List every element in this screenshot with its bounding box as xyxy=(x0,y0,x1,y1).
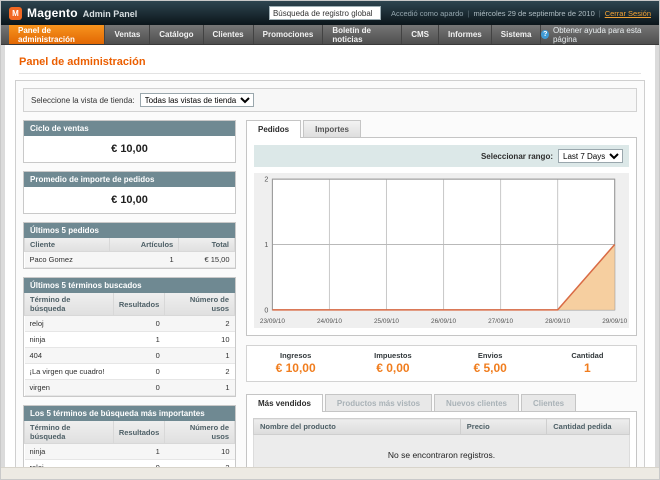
chart-panel: Seleccionar rango: Last 7 Days 0 1 2 23/09/… xyxy=(246,137,637,336)
brand-name: Magento xyxy=(27,6,78,20)
range-bar: Seleccionar rango: Last 7 Days xyxy=(254,145,629,167)
nav-item-reports[interactable]: Informes xyxy=(439,25,492,44)
dashboard-container: Seleccione la vista de tienda: Todas las… xyxy=(15,80,645,480)
col-header: Número de usos xyxy=(165,293,235,316)
store-view-row: Seleccione la vista de tienda: Todas las… xyxy=(23,88,637,112)
table-row[interactable]: ¡La virgen que cuadro! 0 2 xyxy=(25,364,235,380)
chart-tabs: Pedidos Importes xyxy=(246,120,637,137)
lifetime-sales-title: Ciclo de ventas xyxy=(24,121,235,136)
store-view-label: Seleccione la vista de tienda: xyxy=(31,96,135,105)
last-orders-table: Cliente Artículos Total Paco Gomez 1 € 1… xyxy=(24,238,235,268)
global-search-input[interactable] xyxy=(269,6,381,20)
last-search-terms-title: Últimos 5 términos buscados xyxy=(24,278,235,293)
col-header: Cliente xyxy=(25,238,110,252)
separator: | xyxy=(467,9,469,18)
brand-suffix: Admin Panel xyxy=(83,9,138,19)
svg-text:23/09/10: 23/09/10 xyxy=(260,318,285,325)
range-select[interactable]: Last 7 Days xyxy=(558,149,623,163)
top-header: M Magento Admin Panel Accedió como apard… xyxy=(1,1,659,25)
svg-text:0: 0 xyxy=(264,306,268,314)
tab-amounts[interactable]: Importes xyxy=(303,120,361,137)
table-row[interactable]: Paco Gomez 1 € 15,00 xyxy=(25,252,235,268)
store-view-select[interactable]: Todas las vistas de tienda xyxy=(140,93,254,107)
orders-chart: 0 1 2 23/09/10 24/09/10 25/09/10 26/09/10 27/09… xyxy=(254,173,629,328)
table-row[interactable]: virgen 0 1 xyxy=(25,380,235,396)
average-orders-value: € 10,00 xyxy=(24,187,235,213)
tab-new-customers[interactable]: Nuevos clientes xyxy=(434,394,519,411)
svg-text:25/09/10: 25/09/10 xyxy=(374,318,399,325)
col-header: Resultados xyxy=(113,293,164,316)
range-label: Seleccionar rango: xyxy=(481,152,553,161)
help-icon: ? xyxy=(541,30,549,39)
col-header: Artículos xyxy=(109,238,178,252)
window-bottom-strip xyxy=(1,467,659,479)
page-body: Panel de administración Seleccione la vi… xyxy=(1,45,659,480)
col-header: Término de búsqueda xyxy=(25,293,114,316)
lifetime-sales-value: € 10,00 xyxy=(24,136,235,162)
magento-logo-icon: M xyxy=(9,7,22,20)
nav-item-newsletter[interactable]: Boletín de noticias xyxy=(323,25,402,44)
svg-text:1: 1 xyxy=(264,241,268,249)
stat-tax: Impuestos € 0,00 xyxy=(344,351,441,375)
nav-item-customers[interactable]: Clientes xyxy=(204,25,254,44)
stat-shipping: Envios € 5,00 xyxy=(442,351,539,375)
svg-text:26/09/10: 26/09/10 xyxy=(431,318,456,325)
average-orders-box: Promedio de importe de pedidos € 10,00 xyxy=(23,171,236,214)
col-header: Número de usos xyxy=(165,421,235,444)
right-column: Pedidos Importes Seleccionar rango: Last… xyxy=(246,120,637,480)
magento-admin-window: M Magento Admin Panel Accedió como apard… xyxy=(0,0,660,480)
svg-text:2: 2 xyxy=(264,176,268,184)
last-orders-box: Últimos 5 pedidos Cliente Artículos Tota… xyxy=(23,222,236,269)
last-orders-title: Últimos 5 pedidos xyxy=(24,223,235,238)
help-link[interactable]: ? Obtener ayuda para esta página xyxy=(541,25,659,44)
nav-item-cms[interactable]: CMS xyxy=(402,25,439,44)
main-nav: Panel de administración Ventas Catálogo … xyxy=(1,25,659,45)
left-column: Ciclo de ventas € 10,00 Promedio de impo… xyxy=(23,120,236,480)
top-search-terms-title: Los 5 términos de búsqueda más important… xyxy=(24,406,235,421)
table-row[interactable]: reloj 0 2 xyxy=(25,316,235,332)
separator: | xyxy=(599,9,601,18)
tab-bestsellers[interactable]: Más vendidos xyxy=(246,394,323,412)
table-row[interactable]: ninja 1 10 xyxy=(25,444,235,460)
nav-item-dashboard[interactable]: Panel de administración xyxy=(9,25,105,44)
tab-customers[interactable]: Clientes xyxy=(521,394,576,411)
col-header: Total xyxy=(179,238,235,252)
nav-item-sales[interactable]: Ventas xyxy=(105,25,150,44)
header-user-info: Accedió como apardo | miércoles 29 de se… xyxy=(391,9,651,18)
nav-item-system[interactable]: Sistema xyxy=(492,25,542,44)
orders-chart-svg: 0 1 2 23/09/10 24/09/10 25/09/10 26/09/10 27/09… xyxy=(254,173,629,328)
table-row[interactable]: 404 0 1 xyxy=(25,348,235,364)
last-search-terms-box: Últimos 5 términos buscados Término de b… xyxy=(23,277,236,397)
col-header: Nombre del producto xyxy=(254,419,461,435)
tab-most-viewed[interactable]: Productos más vistos xyxy=(325,394,432,411)
col-header: Precio xyxy=(460,419,546,435)
svg-text:24/09/10: 24/09/10 xyxy=(317,318,342,325)
grid-tabs: Más vendidos Productos más vistos Nuevos… xyxy=(246,394,637,411)
logout-link[interactable]: Cerrar Sesión xyxy=(605,9,651,18)
col-header: Término de búsqueda xyxy=(25,421,114,444)
table-row[interactable]: ninja 1 10 xyxy=(25,332,235,348)
stat-quantity: Cantidad 1 xyxy=(539,351,636,375)
last-search-terms-table: Término de búsqueda Resultados Número de… xyxy=(24,293,235,396)
lifetime-sales-box: Ciclo de ventas € 10,00 xyxy=(23,120,236,163)
nav-item-promotions[interactable]: Promociones xyxy=(254,25,324,44)
svg-text:28/09/10: 28/09/10 xyxy=(545,318,570,325)
col-header: Cantidad pedida xyxy=(547,419,630,435)
svg-text:29/09/10: 29/09/10 xyxy=(602,318,627,325)
tab-orders[interactable]: Pedidos xyxy=(246,120,301,138)
logged-in-as: Accedió como apardo xyxy=(391,9,464,18)
help-label: Obtener ayuda para esta página xyxy=(553,26,649,44)
current-date: miércoles 29 de septiembre de 2010 xyxy=(473,9,594,18)
col-header: Resultados xyxy=(113,421,164,444)
nav-item-catalog[interactable]: Catálogo xyxy=(150,25,203,44)
svg-text:27/09/10: 27/09/10 xyxy=(488,318,513,325)
average-orders-title: Promedio de importe de pedidos xyxy=(24,172,235,187)
page-title: Panel de administración xyxy=(19,56,641,74)
stat-revenue: Ingresos € 10,00 xyxy=(247,351,344,375)
totals-box: Ingresos € 10,00 Impuestos € 0,00 Envios… xyxy=(246,345,637,382)
